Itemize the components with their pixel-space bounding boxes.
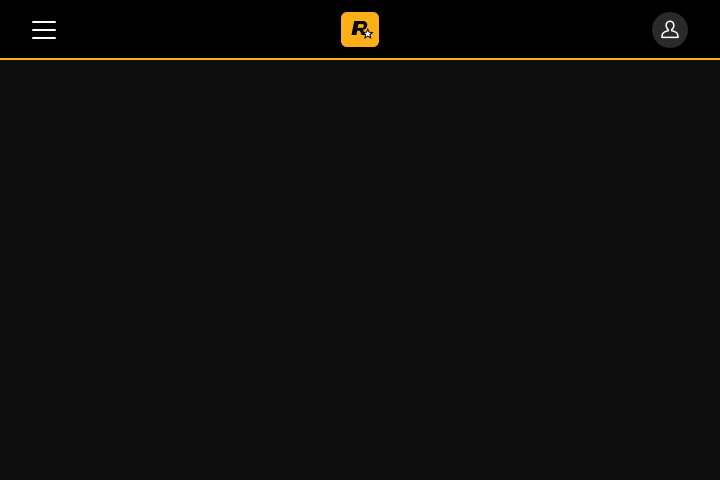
profile-button[interactable] [652,12,688,48]
menu-icon-line [32,37,56,39]
menu-icon-line [32,29,56,31]
hamburger-menu-button[interactable] [26,12,62,48]
main-content-area [0,60,720,480]
menu-icon-line [32,21,56,23]
top-navigation-bar [0,0,720,60]
page [0,0,720,480]
rockstar-logo-icon[interactable] [341,12,379,47]
user-profile-icon [661,20,679,39]
